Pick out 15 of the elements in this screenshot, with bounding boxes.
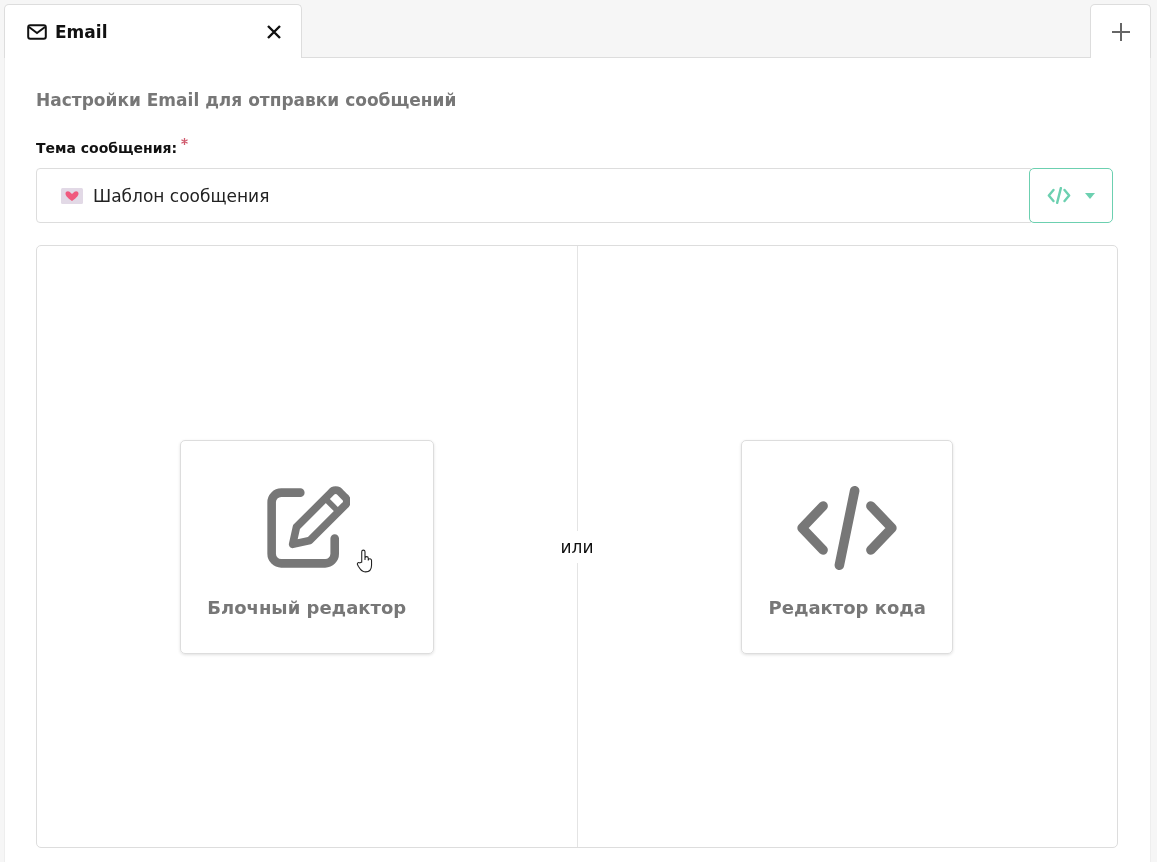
hand-cursor-icon [355,548,374,573]
caret-icon [1085,192,1095,199]
plus-icon [1111,22,1130,41]
or-separator-label: или [560,530,594,563]
code-icon [1047,187,1071,204]
add-tab-button[interactable] [1090,4,1151,58]
field-label: Тема сообщения: [36,140,178,156]
section-heading: Настройки Email для отправки сообщений [36,90,458,110]
love-letter-icon [61,187,83,204]
subject-input-field[interactable]: Шаблон сообщения [36,168,1031,223]
close-icon[interactable] [267,24,281,39]
block-editor-card[interactable]: Блочный редактор [179,439,434,654]
envelope-icon [27,23,47,40]
email-tab[interactable]: Email [4,4,302,58]
code-editor-card[interactable]: Редактор кода [741,439,954,654]
